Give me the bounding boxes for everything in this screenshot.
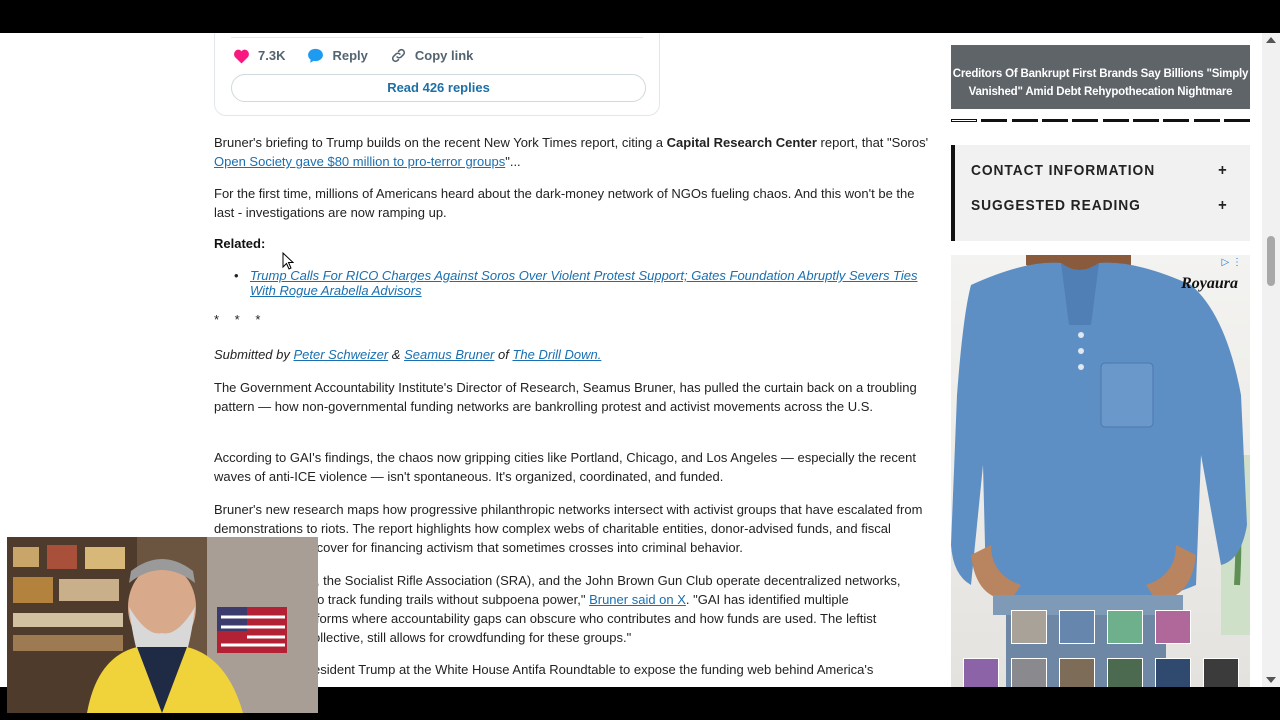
carousel-dot[interactable] (1102, 119, 1129, 122)
accordion-contact-information[interactable]: CONTACT INFORMATION + (971, 162, 1227, 184)
brand-logo: Royaura (1181, 275, 1238, 292)
color-swatch[interactable] (1203, 658, 1239, 687)
text: report, that "Soros' (816, 135, 929, 150)
color-swatch[interactable] (1059, 610, 1095, 644)
carousel-dot[interactable] (1011, 119, 1038, 122)
tweet-divider (231, 37, 643, 38)
chat-bubble-icon (308, 48, 324, 63)
copy-link-button[interactable]: Copy link (390, 47, 474, 64)
paragraph-capital-research: Bruner's briefing to Trump builds on the… (214, 133, 929, 171)
color-swatches (951, 610, 1250, 687)
section-separator: * * * (214, 312, 267, 327)
expand-plus-icon[interactable]: + (1218, 162, 1228, 180)
color-swatch[interactable] (1155, 658, 1191, 687)
shirt-advertisement[interactable]: ▷ ⋮ Royaura (951, 255, 1250, 687)
color-swatch[interactable] (963, 658, 999, 687)
list-bullet: • (234, 268, 239, 283)
color-swatch[interactable] (1107, 658, 1143, 687)
related-heading: Related: (214, 236, 266, 251)
bold-org-name: Capital Research Center (666, 135, 817, 150)
top-black-bar (0, 0, 1280, 33)
tweet-actions: 7.3K Reply Copy link (233, 47, 495, 64)
paragraph-gai-director: The Government Accountability Institute'… (214, 380, 917, 414)
heart-icon (234, 49, 249, 64)
byline: Submitted by Peter Schweizer & Seamus Br… (214, 345, 929, 364)
carousel-dot[interactable] (1132, 119, 1159, 122)
vertical-scrollbar[interactable] (1262, 33, 1280, 687)
color-swatch[interactable] (1155, 610, 1191, 644)
scroll-down-arrow-icon[interactable] (1266, 677, 1276, 683)
scroll-up-arrow-icon[interactable] (1266, 37, 1276, 43)
author-link-bruner[interactable]: Seamus Bruner (404, 347, 494, 362)
adchoices-icon[interactable]: ▷ ⋮ (1222, 257, 1242, 268)
carousel-dot[interactable] (1163, 119, 1190, 122)
outlet-link[interactable]: The Drill Down. (512, 347, 601, 362)
carousel-dot[interactable] (951, 119, 977, 122)
sidebar-accordion: CONTACT INFORMATION + SUGGESTED READING … (951, 145, 1250, 241)
link-icon (391, 48, 405, 63)
accordion-suggested-reading[interactable]: SUGGESTED READING + (971, 197, 1227, 219)
author-link-schweizer[interactable]: Peter Schweizer (294, 347, 389, 362)
carousel-dots (951, 119, 1250, 123)
text: Submitted by (214, 347, 294, 362)
related-article-link[interactable]: Trump Calls For RICO Charges Against Sor… (250, 268, 920, 298)
carousel-dot[interactable] (1041, 119, 1068, 122)
mouse-cursor-icon (282, 252, 294, 270)
copy-link-label: Copy link (414, 48, 474, 63)
expand-plus-icon[interactable]: + (1218, 197, 1228, 215)
carousel-dot[interactable] (981, 119, 1008, 122)
paragraph-first-time: For the first time, millions of American… (214, 186, 915, 220)
color-swatch[interactable] (1011, 658, 1047, 687)
carousel-dot[interactable] (1223, 119, 1250, 122)
text: "... (505, 154, 521, 169)
promo-headline-banner[interactable]: Creditors Of Bankrupt First Brands Say B… (951, 45, 1250, 109)
open-society-link[interactable]: Open Society gave $80 million to pro-ter… (214, 154, 505, 169)
color-swatch[interactable] (1011, 610, 1047, 644)
text: & (388, 347, 405, 362)
carousel-dot[interactable] (1072, 119, 1099, 122)
text: of (494, 347, 513, 362)
like-button[interactable]: 7.3K (233, 48, 285, 64)
accordion-label: CONTACT INFORMATION (971, 162, 1156, 179)
color-swatch[interactable] (1107, 610, 1143, 644)
webcam-presenter-image (7, 537, 318, 713)
carousel-dot[interactable] (1193, 119, 1220, 122)
accordion-label: SUGGESTED READING (971, 197, 1141, 214)
read-replies-button[interactable]: Read 426 replies (231, 74, 646, 102)
color-swatch[interactable] (1059, 658, 1095, 687)
paragraph-antifa-groups: Groups like Antifa, the Socialist Rifle … (214, 571, 929, 647)
like-count: 7.3K (258, 48, 286, 63)
bruner-x-link[interactable]: Bruner said on X (589, 592, 686, 607)
text: Bruner's briefing to Trump builds on the… (214, 135, 667, 150)
reply-button[interactable]: Reply (307, 48, 368, 64)
paragraph-research-maps: Bruner's new research maps how progressi… (214, 502, 923, 555)
scroll-thumb[interactable] (1267, 236, 1275, 286)
tweet-embed: 7.3K Reply Copy link Read 426 replies (214, 33, 660, 116)
reply-label: Reply (332, 48, 368, 63)
webcam-overlay (7, 537, 318, 713)
paragraph-white-house: Bruner briefed President Trump at the Wh… (214, 662, 874, 677)
paragraph-gai-findings: According to GAI's findings, the chaos n… (214, 450, 916, 484)
